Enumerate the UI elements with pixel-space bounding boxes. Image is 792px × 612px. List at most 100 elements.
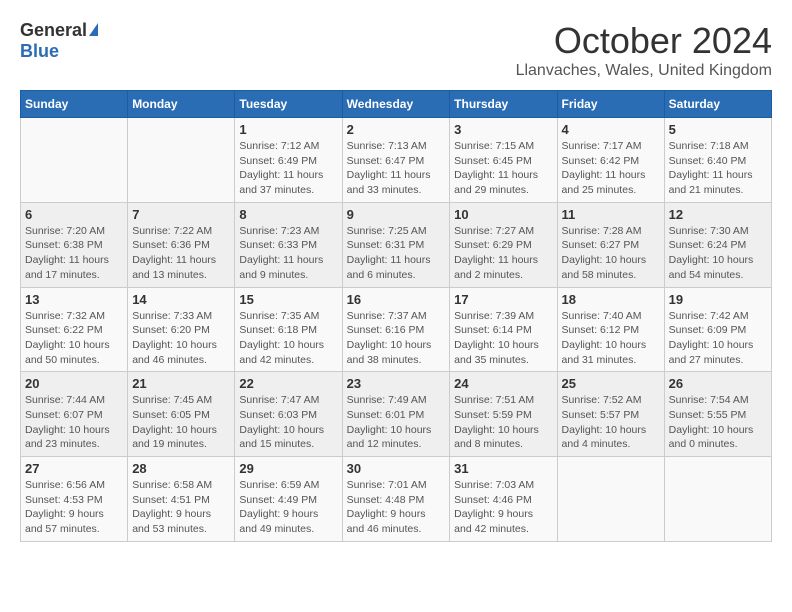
calendar-day-header: Sunday [21, 91, 128, 118]
calendar-cell: 22 Sunrise: 7:47 AM Sunset: 6:03 PM Dayli… [235, 372, 342, 457]
day-info: Sunrise: 7:49 AM Sunset: 6:01 PM Dayligh… [347, 393, 446, 452]
calendar-cell: 17 Sunrise: 7:39 AM Sunset: 6:14 PM Dayli… [450, 287, 557, 372]
logo-triangle-icon [89, 23, 98, 36]
day-info: Sunrise: 7:40 AM Sunset: 6:12 PM Dayligh… [562, 309, 660, 368]
calendar-cell: 27Sunrise: 6:56 AM Sunset: 4:53 PM Dayli… [21, 457, 128, 542]
calendar-week-row: 27Sunrise: 6:56 AM Sunset: 4:53 PM Dayli… [21, 457, 772, 542]
calendar-cell: 16Sunrise: 7:37 AM Sunset: 6:16 PM Dayli… [342, 287, 450, 372]
day-info: Sunrise: 7:45 AM Sunset: 6:05 PM Dayligh… [132, 393, 230, 452]
day-number: 25 [562, 376, 660, 391]
day-number: 31 [454, 461, 552, 476]
day-number: 17 [454, 292, 552, 307]
calendar-cell: 29 Sunrise: 6:59 AM Sunset: 4:49 PM Dayli… [235, 457, 342, 542]
day-number: 18 [562, 292, 660, 307]
day-info: Sunrise: 7:15 AM Sunset: 6:45 PM Dayligh… [454, 139, 552, 198]
calendar-cell: 25 Sunrise: 7:52 AM Sunset: 5:57 PM Dayli… [557, 372, 664, 457]
calendar-cell: 15Sunrise: 7:35 AM Sunset: 6:18 PM Dayli… [235, 287, 342, 372]
day-number: 2 [347, 122, 446, 137]
calendar-day-header: Monday [128, 91, 235, 118]
calendar-cell: 31Sunrise: 7:03 AM Sunset: 4:46 PM Dayli… [450, 457, 557, 542]
day-info: Sunrise: 7:13 AM Sunset: 6:47 PM Dayligh… [347, 139, 446, 198]
calendar-cell: 30 Sunrise: 7:01 AM Sunset: 4:48 PM Dayli… [342, 457, 450, 542]
calendar-cell [21, 118, 128, 203]
day-info: Sunrise: 6:58 AM Sunset: 4:51 PM Dayligh… [132, 478, 230, 537]
day-number: 22 [239, 376, 337, 391]
day-info: Sunrise: 7:30 AM Sunset: 6:24 PM Dayligh… [669, 224, 767, 283]
day-number: 15 [239, 292, 337, 307]
calendar-cell: 28 Sunrise: 6:58 AM Sunset: 4:51 PM Dayli… [128, 457, 235, 542]
day-info: Sunrise: 7:25 AM Sunset: 6:31 PM Dayligh… [347, 224, 446, 283]
logo-general: General [20, 20, 87, 41]
calendar-day-header: Thursday [450, 91, 557, 118]
day-number: 8 [239, 207, 337, 222]
day-info: Sunrise: 6:56 AM Sunset: 4:53 PM Dayligh… [25, 478, 123, 537]
calendar-cell: 21 Sunrise: 7:45 AM Sunset: 6:05 PM Dayli… [128, 372, 235, 457]
calendar-day-header: Wednesday [342, 91, 450, 118]
day-number: 26 [669, 376, 767, 391]
calendar-cell: 12 Sunrise: 7:30 AM Sunset: 6:24 PM Dayli… [664, 202, 771, 287]
day-number: 24 [454, 376, 552, 391]
calendar-cell: 4Sunrise: 7:17 AM Sunset: 6:42 PM Daylig… [557, 118, 664, 203]
calendar-week-row: 6Sunrise: 7:20 AM Sunset: 6:38 PM Daylig… [21, 202, 772, 287]
calendar-cell: 3 Sunrise: 7:15 AM Sunset: 6:45 PM Daylig… [450, 118, 557, 203]
day-info: Sunrise: 7:54 AM Sunset: 5:55 PM Dayligh… [669, 393, 767, 452]
day-info: Sunrise: 6:59 AM Sunset: 4:49 PM Dayligh… [239, 478, 337, 537]
calendar-day-header: Saturday [664, 91, 771, 118]
calendar-cell: 13 Sunrise: 7:32 AM Sunset: 6:22 PM Dayli… [21, 287, 128, 372]
calendar-header-row: SundayMondayTuesdayWednesdayThursdayFrid… [21, 91, 772, 118]
day-number: 7 [132, 207, 230, 222]
calendar-cell: 6Sunrise: 7:20 AM Sunset: 6:38 PM Daylig… [21, 202, 128, 287]
day-info: Sunrise: 7:33 AM Sunset: 6:20 PM Dayligh… [132, 309, 230, 368]
day-info: Sunrise: 7:39 AM Sunset: 6:14 PM Dayligh… [454, 309, 552, 368]
day-number: 1 [239, 122, 337, 137]
calendar-cell: 26 Sunrise: 7:54 AM Sunset: 5:55 PM Dayli… [664, 372, 771, 457]
day-number: 3 [454, 122, 552, 137]
calendar-cell: 11 Sunrise: 7:28 AM Sunset: 6:27 PM Dayli… [557, 202, 664, 287]
day-info: Sunrise: 7:51 AM Sunset: 5:59 PM Dayligh… [454, 393, 552, 452]
location-title: Llanvaches, Wales, United Kingdom [516, 62, 772, 80]
logo: General Blue [20, 20, 98, 62]
calendar-week-row: 1Sunrise: 7:12 AM Sunset: 6:49 PM Daylig… [21, 118, 772, 203]
calendar-day-header: Tuesday [235, 91, 342, 118]
day-info: Sunrise: 7:42 AM Sunset: 6:09 PM Dayligh… [669, 309, 767, 368]
day-info: Sunrise: 7:01 AM Sunset: 4:48 PM Dayligh… [347, 478, 446, 537]
calendar-cell: 14Sunrise: 7:33 AM Sunset: 6:20 PM Dayli… [128, 287, 235, 372]
calendar-cell [557, 457, 664, 542]
day-number: 10 [454, 207, 552, 222]
day-number: 20 [25, 376, 123, 391]
day-info: Sunrise: 7:47 AM Sunset: 6:03 PM Dayligh… [239, 393, 337, 452]
calendar-cell: 18 Sunrise: 7:40 AM Sunset: 6:12 PM Dayli… [557, 287, 664, 372]
day-info: Sunrise: 7:17 AM Sunset: 6:42 PM Dayligh… [562, 139, 660, 198]
header: General Blue October 2024 Llanvaches, Wa… [20, 20, 772, 80]
day-number: 30 [347, 461, 446, 476]
day-info: Sunrise: 7:22 AM Sunset: 6:36 PM Dayligh… [132, 224, 230, 283]
day-number: 29 [239, 461, 337, 476]
day-number: 13 [25, 292, 123, 307]
day-info: Sunrise: 7:27 AM Sunset: 6:29 PM Dayligh… [454, 224, 552, 283]
day-info: Sunrise: 7:52 AM Sunset: 5:57 PM Dayligh… [562, 393, 660, 452]
calendar-cell [128, 118, 235, 203]
calendar-cell: 24 Sunrise: 7:51 AM Sunset: 5:59 PM Dayli… [450, 372, 557, 457]
day-info: Sunrise: 7:32 AM Sunset: 6:22 PM Dayligh… [25, 309, 123, 368]
day-number: 21 [132, 376, 230, 391]
day-number: 23 [347, 376, 446, 391]
day-number: 28 [132, 461, 230, 476]
calendar-cell: 10 Sunrise: 7:27 AM Sunset: 6:29 PM Dayli… [450, 202, 557, 287]
day-info: Sunrise: 7:18 AM Sunset: 6:40 PM Dayligh… [669, 139, 767, 198]
calendar-cell: 8 Sunrise: 7:23 AM Sunset: 6:33 PM Daylig… [235, 202, 342, 287]
calendar-table: SundayMondayTuesdayWednesdayThursdayFrid… [20, 90, 772, 542]
calendar-cell: 1Sunrise: 7:12 AM Sunset: 6:49 PM Daylig… [235, 118, 342, 203]
day-info: Sunrise: 7:44 AM Sunset: 6:07 PM Dayligh… [25, 393, 123, 452]
day-info: Sunrise: 7:28 AM Sunset: 6:27 PM Dayligh… [562, 224, 660, 283]
month-title: October 2024 [516, 20, 772, 62]
logo-blue: Blue [20, 41, 59, 61]
calendar-week-row: 20 Sunrise: 7:44 AM Sunset: 6:07 PM Dayli… [21, 372, 772, 457]
day-number: 19 [669, 292, 767, 307]
day-number: 12 [669, 207, 767, 222]
day-info: Sunrise: 7:23 AM Sunset: 6:33 PM Dayligh… [239, 224, 337, 283]
calendar-cell: 23 Sunrise: 7:49 AM Sunset: 6:01 PM Dayli… [342, 372, 450, 457]
day-number: 11 [562, 207, 660, 222]
calendar-cell: 2 Sunrise: 7:13 AM Sunset: 6:47 PM Daylig… [342, 118, 450, 203]
calendar-cell: 19 Sunrise: 7:42 AM Sunset: 6:09 PM Dayli… [664, 287, 771, 372]
calendar-cell: 9Sunrise: 7:25 AM Sunset: 6:31 PM Daylig… [342, 202, 450, 287]
